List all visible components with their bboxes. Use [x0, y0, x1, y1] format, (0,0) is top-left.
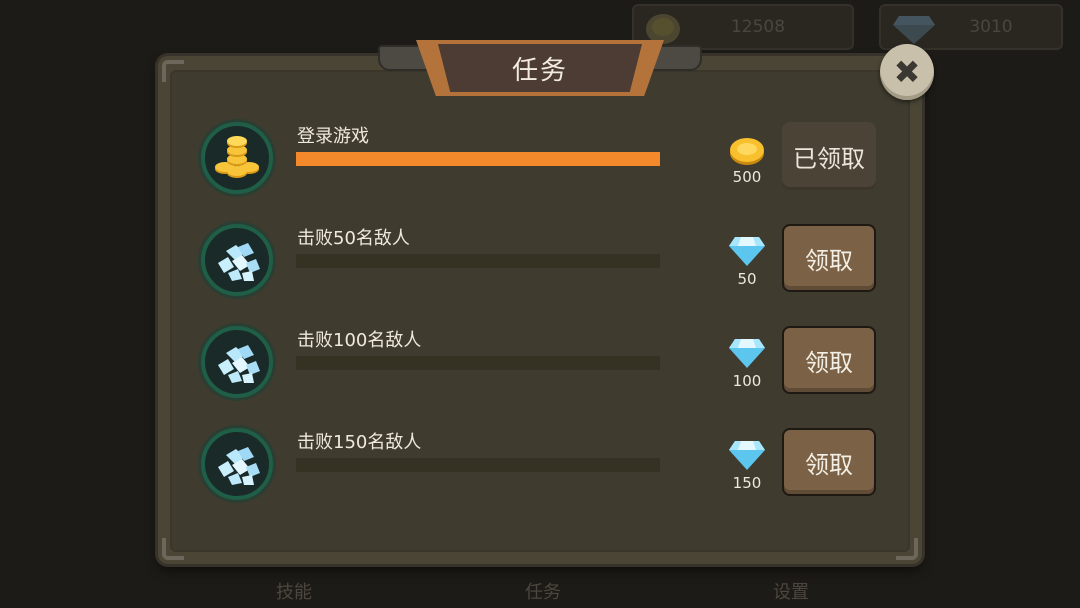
diamond-icon [728, 234, 766, 272]
coins-pile-icon [201, 122, 273, 194]
coin-icon [728, 132, 766, 170]
task-name: 击败100名敌人 [297, 330, 422, 351]
task-progress-bar [296, 254, 660, 268]
task-row: 击败150名敌人 150 领取 [0, 416, 1080, 506]
task-progress-fill [296, 152, 660, 166]
task-progress-bar [296, 458, 660, 472]
gem-count: 3010 [969, 17, 1013, 37]
task-row: 击败100名敌人 100 领取 [0, 314, 1080, 404]
bottom-nav: 技能 任务 设置 [0, 568, 1080, 608]
close-button[interactable]: ✖ [880, 44, 934, 100]
task-name: 击败150名敌人 [297, 432, 422, 453]
diamonds-pile-icon [201, 326, 273, 398]
claim-button[interactable]: 领取 [782, 428, 876, 496]
reward-amount: 500 [732, 168, 762, 186]
claimed-button[interactable]: 已领取 [782, 122, 876, 190]
task-row: 登录游戏 500 已领取 [0, 110, 1080, 200]
diamond-icon [728, 438, 766, 476]
task-row: 击败50名敌人 50 领取 [0, 212, 1080, 302]
task-name: 击败50名敌人 [297, 228, 410, 249]
diamond-icon [728, 336, 766, 374]
claim-button[interactable]: 领取 [782, 326, 876, 394]
nav-tasks[interactable]: 任务 [525, 578, 561, 604]
task-progress-bar [296, 356, 660, 370]
diamonds-pile-icon [201, 224, 273, 296]
title-plate: 任务 [438, 44, 642, 92]
nav-skills[interactable]: 技能 [276, 578, 312, 604]
close-icon: ✖ [893, 53, 921, 91]
diamonds-pile-icon [201, 428, 273, 500]
coin-counter: 12508 [632, 4, 854, 50]
reward-amount: 50 [737, 270, 757, 288]
nav-settings[interactable]: 设置 [773, 578, 809, 604]
coin-count: 12508 [730, 17, 786, 37]
task-name: 登录游戏 [297, 126, 369, 147]
task-progress-bar [296, 152, 660, 166]
reward-amount: 100 [732, 372, 762, 390]
dialog-title: 任务 [511, 55, 568, 86]
claim-button[interactable]: 领取 [782, 224, 876, 292]
reward-amount: 150 [732, 474, 762, 492]
